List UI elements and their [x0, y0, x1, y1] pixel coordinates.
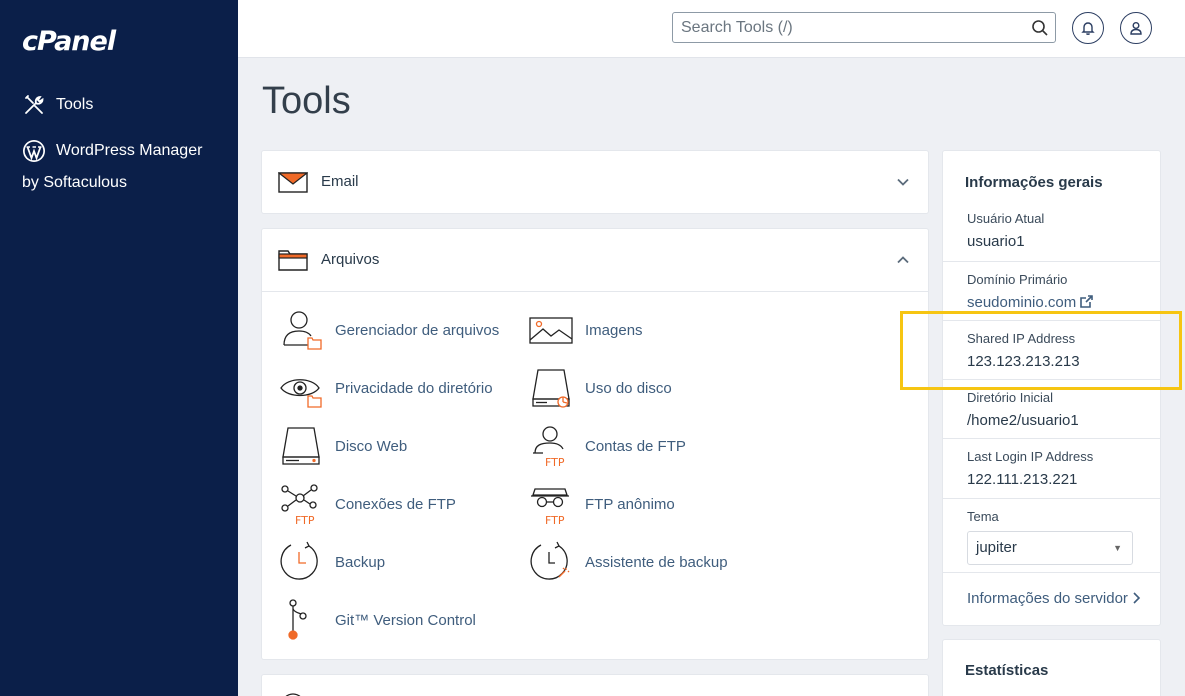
tool-web-disk[interactable]: Disco Web [279, 423, 407, 469]
svg-text:FTP: FTP [545, 514, 565, 527]
general-info-panel: Informações gerais Usuário Atual usuario… [943, 151, 1160, 625]
sidebar-item-wordpress[interactable]: WordPress Manager by Softaculous [22, 135, 222, 191]
user-menu-button[interactable] [1120, 12, 1152, 44]
statistics-title: Estatísticas [965, 662, 1049, 679]
user-icon [1130, 22, 1142, 35]
sidebar-item-wordpress-label: WordPress Manager [56, 142, 203, 159]
tool-label: Disco Web [335, 437, 408, 455]
tool-backup[interactable]: Backup [279, 539, 385, 585]
tool-label: Backup [335, 553, 386, 571]
sidebar-item-wordpress-sublabel: by Softaculous [22, 174, 127, 191]
info-value: 123.123.213.213 [967, 353, 1080, 370]
external-link-icon [1080, 295, 1094, 308]
tool-images[interactable]: Imagens [529, 307, 643, 353]
backup-wizard-icon [530, 541, 570, 580]
info-row-last-login-ip: Last Login IP Address 122.111.213.221 [943, 438, 1160, 498]
ftp-connections-icon: FTP [281, 484, 318, 527]
info-row-current-user: Usuário Atual usuario1 [943, 201, 1160, 261]
tool-directory-privacy[interactable]: Privacidade do diretório [279, 365, 493, 411]
info-value: 122.111.213.221 [967, 471, 1078, 488]
bell-icon [1081, 22, 1095, 35]
sidebar-item-tools-label: Tools [56, 96, 94, 113]
section-icon [285, 693, 301, 696]
tool-ftp-accounts[interactable]: FTP Contas de FTP [529, 423, 686, 469]
tool-label: Privacidade do diretório [335, 379, 493, 397]
folder-icon [278, 250, 308, 271]
info-label: Domínio Primário [967, 272, 1068, 287]
info-label: Last Login IP Address [967, 449, 1094, 464]
wordpress-icon [23, 140, 45, 162]
tool-anonymous-ftp[interactable]: FTP FTP anônimo [529, 481, 675, 527]
sidebar-item-tools[interactable]: Tools [22, 89, 93, 121]
tool-label: Git™ Version Control [335, 611, 476, 629]
ftp-accounts-icon: FTP [533, 426, 565, 469]
info-label: Usuário Atual [967, 211, 1045, 226]
envelope-icon [278, 172, 308, 193]
tool-label: Gerenciador de arquivos [335, 321, 500, 339]
tools-icon [25, 95, 44, 114]
anonymous-ftp-icon: FTP [531, 488, 569, 527]
section-arquivos-label: Arquivos [321, 251, 380, 268]
primary-domain-text: seudominio.com [967, 294, 1077, 311]
page-title: Tools [262, 80, 351, 122]
info-label: Shared IP Address [967, 331, 1076, 346]
eye-icon [280, 379, 322, 408]
info-row-theme: Tema jupiter ▼ [943, 498, 1160, 572]
info-value: usuario1 [967, 233, 1025, 250]
info-label: Tema [967, 509, 999, 524]
tool-label: Conexões de FTP [335, 495, 456, 513]
file-manager-icon [283, 311, 322, 350]
theme-select[interactable]: jupiter ▼ [967, 531, 1133, 565]
section-email-label: Email [321, 173, 359, 190]
tool-label: Imagens [585, 321, 643, 339]
search-input[interactable] [673, 13, 1013, 42]
search-box[interactable] [672, 12, 1056, 43]
server-info-text: Informações do servidor [967, 590, 1128, 607]
tool-label: Contas de FTP [585, 437, 686, 455]
tool-label: FTP anônimo [585, 495, 675, 513]
cpanel-logo[interactable]: cPanel [22, 26, 116, 57]
search-icon[interactable] [1031, 19, 1049, 37]
tool-git[interactable]: Git™ Version Control [279, 597, 476, 643]
theme-selected-value: jupiter [976, 539, 1017, 556]
section-email-header[interactable]: Email [262, 151, 928, 213]
section-arquivos-header[interactable]: Arquivos [262, 229, 928, 291]
git-icon [288, 599, 307, 640]
info-row-server-info: Informações do servidor [943, 572, 1160, 625]
chevron-right-icon [1133, 592, 1141, 604]
svg-text:FTP: FTP [295, 514, 315, 527]
info-row-home-directory: Diretório Inicial /home2/usuario1 [943, 379, 1160, 438]
info-label: Diretório Inicial [967, 390, 1053, 405]
top-header [238, 0, 1185, 58]
chevron-down-icon[interactable] [896, 175, 910, 189]
server-info-link[interactable]: Informações do servidor [967, 590, 1141, 607]
caret-down-icon: ▼ [1113, 543, 1122, 553]
info-row-shared-ip: Shared IP Address 123.123.213.213 [943, 320, 1160, 379]
section-divider [262, 291, 928, 292]
tool-file-manager[interactable]: Gerenciador de arquivos [279, 307, 499, 353]
section-next[interactable] [262, 675, 928, 696]
info-row-primary-domain: Domínio Primário seudominio.com [943, 261, 1160, 320]
svg-text:FTP: FTP [545, 456, 565, 469]
general-info-title: Informações gerais [965, 174, 1103, 191]
web-disk-icon [282, 427, 320, 465]
primary-domain-link[interactable]: seudominio.com [967, 294, 1094, 311]
disk-usage-icon [532, 369, 570, 408]
image-icon [529, 317, 573, 344]
section-email: Email [262, 151, 928, 213]
chevron-up-icon[interactable] [896, 253, 910, 267]
tool-backup-wizard[interactable]: Assistente de backup [529, 539, 728, 585]
statistics-panel: Estatísticas [943, 640, 1160, 696]
tool-label: Uso do disco [585, 379, 672, 397]
info-value: /home2/usuario1 [967, 412, 1079, 429]
sidebar: cPanel Tools WordPress Manager by Softac… [0, 0, 238, 696]
tool-ftp-connections[interactable]: FTP Conexões de FTP [279, 481, 456, 527]
section-arquivos: Arquivos Gerenciador de arquivos Privaci… [262, 229, 928, 659]
notifications-button[interactable] [1072, 12, 1104, 44]
backup-icon [280, 541, 318, 580]
tool-label: Assistente de backup [585, 553, 728, 571]
tool-disk-usage[interactable]: Uso do disco [529, 365, 672, 411]
